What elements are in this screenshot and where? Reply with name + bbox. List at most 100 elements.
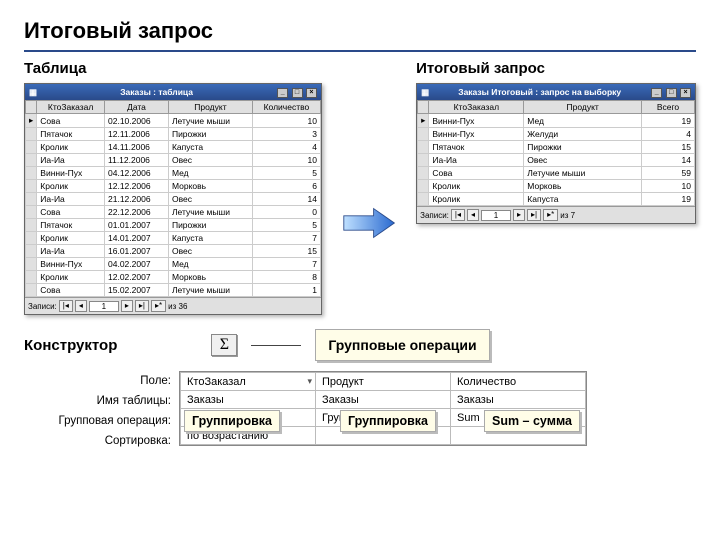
nav-next-button[interactable]: ▸ (513, 209, 525, 221)
row-selector[interactable] (418, 167, 429, 180)
row-selector[interactable] (418, 128, 429, 141)
designer-grid[interactable]: КтоЗаказал Продукт Количество Заказы Зак… (179, 371, 587, 446)
column-header[interactable]: КтоЗаказал (37, 101, 105, 114)
cell[interactable]: Мед (168, 258, 252, 271)
cell[interactable]: Мед (168, 167, 252, 180)
cell[interactable]: 12.11.2006 (105, 128, 169, 141)
close-icon[interactable]: × (680, 88, 691, 98)
nav-prev-button[interactable]: ◂ (467, 209, 479, 221)
table-row[interactable]: КроликКапуста19 (418, 193, 695, 206)
cell[interactable]: Пирожки (168, 128, 252, 141)
row-selector[interactable] (418, 193, 429, 206)
row-selector[interactable] (26, 219, 37, 232)
column-header[interactable]: Продукт (524, 101, 642, 114)
row-selector[interactable] (26, 167, 37, 180)
cell[interactable]: Морковь (168, 271, 252, 284)
cell[interactable]: 10 (641, 180, 694, 193)
row-selector[interactable] (26, 232, 37, 245)
cell[interactable]: 0 (252, 206, 320, 219)
cell[interactable]: 4 (641, 128, 694, 141)
cell[interactable]: 16.01.2007 (105, 245, 169, 258)
minimize-icon[interactable]: _ (277, 88, 288, 98)
table-row[interactable]: Пятачок01.01.2007Пирожки5 (26, 219, 321, 232)
cell[interactable]: Овес (168, 193, 252, 206)
close-icon[interactable]: × (306, 88, 317, 98)
cell[interactable]: 5 (252, 219, 320, 232)
table-row[interactable]: ПятачокПирожки15 (418, 141, 695, 154)
cell[interactable]: 15.02.2007 (105, 284, 169, 297)
cell[interactable]: 15 (252, 245, 320, 258)
row-selector[interactable] (418, 154, 429, 167)
table-row[interactable]: Пятачок12.11.2006Пирожки3 (26, 128, 321, 141)
nav-first-button[interactable]: |◂ (451, 209, 465, 221)
cell[interactable]: Кролик (37, 271, 105, 284)
nav-position-input[interactable] (481, 210, 511, 221)
row-selector[interactable] (418, 180, 429, 193)
table-row[interactable]: Винни-ПухЖелуди4 (418, 128, 695, 141)
tablename-cell[interactable]: Заказы (451, 391, 586, 409)
cell[interactable]: Овес (524, 154, 642, 167)
nav-first-button[interactable]: |◂ (59, 300, 73, 312)
column-header[interactable]: Всего (641, 101, 694, 114)
cell[interactable]: Морковь (168, 180, 252, 193)
table-row[interactable]: КроликМорковь10 (418, 180, 695, 193)
cell[interactable]: Капуста (168, 232, 252, 245)
cell[interactable]: 14 (641, 154, 694, 167)
table-row[interactable]: Кролик12.12.2006Морковь6 (26, 180, 321, 193)
cell[interactable]: Летучие мыши (168, 284, 252, 297)
cell[interactable]: Иа-Иа (37, 193, 105, 206)
table-row[interactable]: ▸Сова02.10.2006Летучие мыши10 (26, 114, 321, 128)
minimize-icon[interactable]: _ (651, 88, 662, 98)
tablename-cell[interactable]: Заказы (316, 391, 451, 409)
column-header[interactable]: Продукт (168, 101, 252, 114)
cell[interactable]: 8 (252, 271, 320, 284)
row-selector[interactable]: ▸ (26, 114, 37, 128)
cell[interactable]: 5 (252, 167, 320, 180)
cell[interactable]: Пятачок (429, 141, 524, 154)
table-row[interactable]: Иа-Иа21.12.2006Овес14 (26, 193, 321, 206)
table-row[interactable]: Сова15.02.2007Летучие мыши1 (26, 284, 321, 297)
cell[interactable]: 7 (252, 232, 320, 245)
row-selector[interactable] (26, 141, 37, 154)
cell[interactable]: Винни-Пух (37, 167, 105, 180)
row-selector[interactable] (26, 258, 37, 271)
row-selector[interactable] (418, 141, 429, 154)
cell[interactable]: Винни-Пух (429, 114, 524, 128)
cell[interactable]: 10 (252, 154, 320, 167)
column-header[interactable]: Дата (105, 101, 169, 114)
nav-last-button[interactable]: ▸| (527, 209, 541, 221)
table-row[interactable]: Сова22.12.2006Летучие мыши0 (26, 206, 321, 219)
nav-position-input[interactable] (89, 301, 119, 312)
table-row[interactable]: Иа-ИаОвес14 (418, 154, 695, 167)
cell[interactable]: Кролик (37, 141, 105, 154)
row-selector[interactable] (26, 180, 37, 193)
cell[interactable]: Иа-Иа (37, 154, 105, 167)
nav-new-button[interactable]: ▸* (543, 209, 558, 221)
maximize-icon[interactable]: □ (292, 88, 303, 98)
row-selector[interactable] (26, 284, 37, 297)
cell[interactable]: Желуди (524, 128, 642, 141)
table-row[interactable]: ▸Винни-ПухМед19 (418, 114, 695, 128)
cell[interactable]: 21.12.2006 (105, 193, 169, 206)
cell[interactable]: Мед (524, 114, 642, 128)
cell[interactable]: 19 (641, 193, 694, 206)
column-header[interactable]: Количество (252, 101, 320, 114)
row-selector[interactable] (26, 193, 37, 206)
cell[interactable]: Сова (37, 114, 105, 128)
cell[interactable]: Морковь (524, 180, 642, 193)
cell[interactable]: 14.11.2006 (105, 141, 169, 154)
cell[interactable]: Сова (37, 206, 105, 219)
cell[interactable]: 6 (252, 180, 320, 193)
cell[interactable]: 11.12.2006 (105, 154, 169, 167)
cell[interactable]: Сова (37, 284, 105, 297)
cell[interactable]: Пирожки (168, 219, 252, 232)
field-cell[interactable]: КтоЗаказал (181, 373, 316, 391)
table-row[interactable]: Иа-Иа16.01.2007Овес15 (26, 245, 321, 258)
cell[interactable]: 19 (641, 114, 694, 128)
cell[interactable]: Иа-Иа (37, 245, 105, 258)
column-header[interactable]: КтоЗаказал (429, 101, 524, 114)
cell[interactable]: Капуста (168, 141, 252, 154)
nav-prev-button[interactable]: ◂ (75, 300, 87, 312)
cell[interactable]: 12.02.2007 (105, 271, 169, 284)
cell[interactable]: 14 (252, 193, 320, 206)
